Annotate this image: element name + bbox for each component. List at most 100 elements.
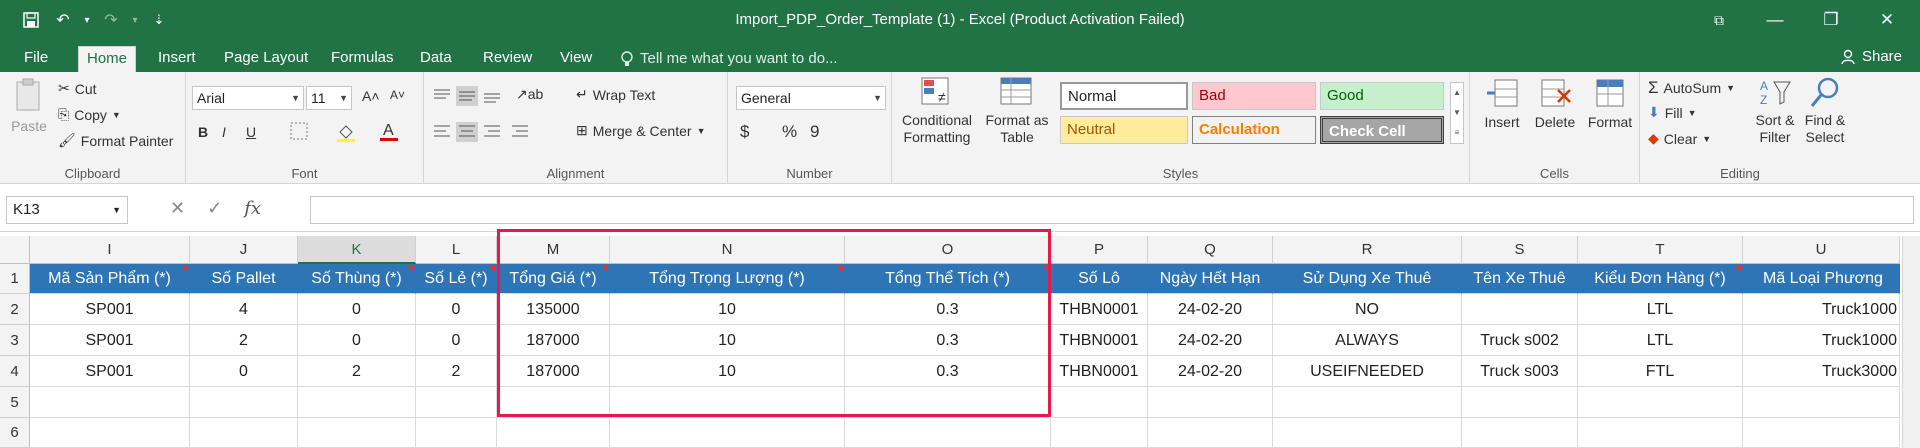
cut-button[interactable]: ✂ Cut: [58, 80, 97, 97]
style-normal[interactable]: Normal: [1060, 82, 1188, 110]
style-calculation[interactable]: Calculation: [1192, 116, 1316, 144]
format-as-table-button[interactable]: Format as Table: [982, 76, 1052, 146]
cell-q6[interactable]: [1148, 418, 1273, 448]
cell-l5[interactable]: [416, 387, 497, 418]
cell-i1[interactable]: Mã Sản Phẩm (*): [30, 264, 190, 294]
row-header-3[interactable]: 3: [0, 325, 30, 356]
cell-q1[interactable]: Ngày Hết Hạn: [1148, 264, 1273, 294]
grow-font-button[interactable]: A˄: [362, 88, 380, 104]
cell-t1[interactable]: Kiểu Đơn Hàng (*): [1578, 264, 1743, 294]
cell-r3[interactable]: ALWAYS: [1273, 325, 1462, 356]
cell-r4[interactable]: USEIFNEEDED: [1273, 356, 1462, 387]
cell-r6[interactable]: [1273, 418, 1462, 448]
column-header-t[interactable]: T: [1578, 236, 1743, 264]
fill-button[interactable]: ⬇ Fill ▼: [1648, 104, 1697, 121]
cell-i4[interactable]: SP001: [30, 356, 190, 387]
style-bad[interactable]: Bad: [1192, 82, 1316, 110]
insert-function-icon[interactable]: fx: [244, 198, 261, 219]
autosum-button[interactable]: Σ AutoSum ▼: [1648, 78, 1735, 98]
cell-j3[interactable]: 2: [190, 325, 298, 356]
find-select-button[interactable]: Find & Select: [1802, 76, 1848, 146]
number-format-combo[interactable]: General ▼: [736, 86, 886, 110]
cell-u5[interactable]: [1743, 387, 1900, 418]
tab-formulas[interactable]: Formulas: [323, 46, 402, 72]
share-button[interactable]: Share: [1840, 48, 1902, 65]
comment-indicator-icon[interactable]: [407, 265, 414, 272]
style-check-cell[interactable]: Check Cell: [1320, 116, 1444, 144]
column-header-u[interactable]: U: [1743, 236, 1900, 264]
cell-u4[interactable]: Truck3000: [1743, 356, 1900, 387]
style-neutral[interactable]: Neutral: [1060, 116, 1188, 144]
enter-icon[interactable]: ✓: [207, 198, 222, 219]
tell-me-search[interactable]: Tell me what you want to do...: [620, 50, 838, 67]
cell-o6[interactable]: [845, 418, 1051, 448]
cell-l6[interactable]: [416, 418, 497, 448]
tab-home[interactable]: Home: [78, 46, 137, 72]
row-header-2[interactable]: 2: [0, 294, 30, 325]
row-header-4[interactable]: 4: [0, 356, 30, 387]
cell-s3[interactable]: Truck s002: [1462, 325, 1578, 356]
font-color-button[interactable]: A: [380, 120, 398, 142]
row-header-1[interactable]: 1: [0, 264, 30, 294]
style-good[interactable]: Good: [1320, 82, 1444, 110]
cell-u1[interactable]: Mã Loại Phương: [1743, 264, 1900, 294]
paste-button[interactable]: Paste: [8, 78, 50, 135]
row-header-5[interactable]: 5: [0, 387, 30, 418]
column-header-p[interactable]: P: [1051, 236, 1148, 264]
cell-p4[interactable]: THBN0001: [1051, 356, 1148, 387]
minimize-button[interactable]: —: [1752, 0, 1798, 40]
cell-t5[interactable]: [1578, 387, 1743, 418]
cell-r5[interactable]: [1273, 387, 1462, 418]
tab-insert[interactable]: Insert: [150, 46, 204, 72]
cell-r2[interactable]: NO: [1273, 294, 1462, 325]
comment-indicator-icon[interactable]: [488, 265, 495, 272]
cell-q3[interactable]: 24-02-20: [1148, 325, 1273, 356]
cell-u2[interactable]: Truck1000: [1743, 294, 1900, 325]
comma-button[interactable]: 9: [810, 122, 819, 142]
cell-r1[interactable]: Sử Dụng Xe Thuê: [1273, 264, 1462, 294]
tab-view[interactable]: View: [552, 46, 600, 72]
select-all-corner[interactable]: [0, 236, 30, 264]
cell-i2[interactable]: SP001: [30, 294, 190, 325]
cell-t4[interactable]: FTL: [1578, 356, 1743, 387]
cell-k1[interactable]: Số Thùng (*): [298, 264, 416, 294]
orientation-button[interactable]: ↗ab: [516, 86, 543, 103]
fill-color-button[interactable]: [336, 122, 356, 142]
percent-button[interactable]: %: [782, 122, 797, 142]
cell-m6[interactable]: [497, 418, 610, 448]
italic-button[interactable]: I: [222, 124, 226, 140]
column-header-j[interactable]: J: [190, 236, 298, 264]
format-cells-button[interactable]: Format: [1584, 76, 1636, 131]
column-header-r[interactable]: R: [1273, 236, 1462, 264]
delete-cells-button[interactable]: Delete: [1530, 76, 1580, 131]
cell-t6[interactable]: [1578, 418, 1743, 448]
comment-indicator-icon[interactable]: [181, 265, 188, 272]
wrap-text-button[interactable]: ↵ Wrap Text: [576, 86, 655, 103]
cancel-icon[interactable]: ✕: [170, 198, 185, 219]
cell-u3[interactable]: Truck1000: [1743, 325, 1900, 356]
cell-j5[interactable]: [190, 387, 298, 418]
column-header-k[interactable]: K: [298, 236, 416, 264]
comment-indicator-icon[interactable]: [1734, 265, 1741, 272]
vertical-align-icons[interactable]: [432, 86, 512, 106]
copy-button[interactable]: ⎘ Copy ▼: [58, 106, 121, 123]
cell-j2[interactable]: 4: [190, 294, 298, 325]
column-header-q[interactable]: Q: [1148, 236, 1273, 264]
vertical-scrollbar[interactable]: [1902, 236, 1920, 448]
tab-page-layout[interactable]: Page Layout: [216, 46, 316, 72]
cell-s2[interactable]: [1462, 294, 1578, 325]
cell-q5[interactable]: [1148, 387, 1273, 418]
cell-p5[interactable]: [1051, 387, 1148, 418]
name-box[interactable]: K13 ▼: [6, 196, 128, 224]
horizontal-align-icons[interactable]: [432, 122, 552, 142]
cell-j6[interactable]: [190, 418, 298, 448]
merge-center-button[interactable]: ⊞ Merge & Center ▼: [576, 122, 705, 139]
tab-review[interactable]: Review: [475, 46, 540, 72]
column-header-s[interactable]: S: [1462, 236, 1578, 264]
cell-p2[interactable]: THBN0001: [1051, 294, 1148, 325]
format-painter-button[interactable]: 🖌 Format Painter: [58, 132, 173, 149]
ribbon-display-options-icon[interactable]: ⧉: [1696, 0, 1742, 40]
restore-button[interactable]: ❐: [1808, 0, 1854, 40]
borders-button[interactable]: [290, 122, 308, 140]
cell-i3[interactable]: SP001: [30, 325, 190, 356]
